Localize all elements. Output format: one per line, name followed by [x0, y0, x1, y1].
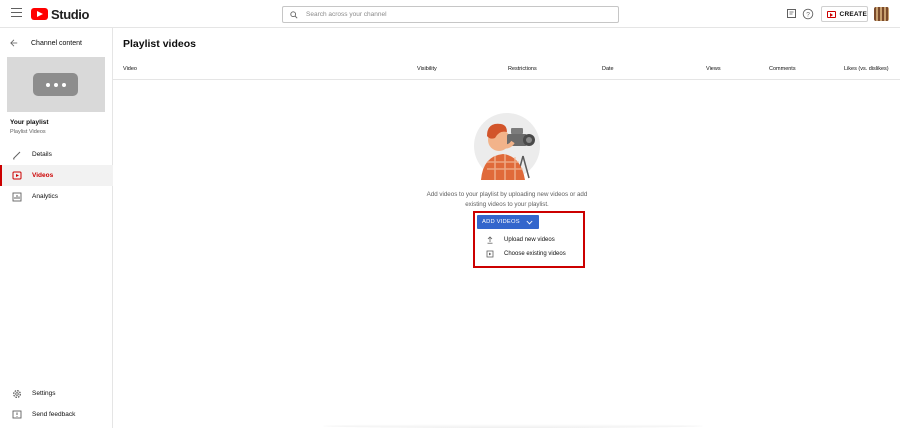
- help-icon[interactable]: ?: [802, 8, 814, 20]
- create-button-label: CREATE: [839, 10, 867, 18]
- playlist-title: Your playlist: [10, 119, 49, 126]
- top-header: Studio ? CREATE: [0, 0, 900, 28]
- logo-text: Studio: [51, 6, 90, 22]
- main-content: Playlist videos Video Visibility Restric…: [113, 28, 900, 428]
- column-header-visibility[interactable]: Visibility: [417, 66, 437, 72]
- add-videos-label: ADD VIDEOS: [482, 219, 520, 225]
- add-videos-button[interactable]: ADD VIDEOS: [477, 215, 539, 229]
- sidebar-item-label: Details: [32, 151, 52, 158]
- add-videos-menu: Upload new videos Choose existing videos: [477, 231, 583, 263]
- chevron-down-icon: [526, 220, 533, 224]
- avatar[interactable]: [874, 7, 889, 21]
- sidebar-item-settings[interactable]: Settings: [0, 383, 113, 404]
- video-icon: [11, 170, 22, 181]
- menu-item-upload-new-videos[interactable]: Upload new videos: [477, 233, 583, 247]
- more-dots-icon: [33, 73, 78, 96]
- sidebar-item-label: Videos: [32, 172, 54, 179]
- playlist-subtitle: Playlist Videos: [10, 129, 46, 135]
- empty-message-line2: existing videos to your playlist.: [465, 201, 549, 208]
- bottom-shadow: [323, 424, 703, 428]
- search-input[interactable]: [306, 11, 596, 18]
- video-camera-icon: [827, 10, 836, 18]
- column-header-restrictions[interactable]: Restrictions: [508, 66, 537, 72]
- youtube-studio-logo[interactable]: Studio: [31, 6, 90, 22]
- search-box[interactable]: [282, 6, 619, 23]
- menu-item-label: Choose existing videos: [504, 251, 566, 257]
- empty-playlist-illustration: [474, 113, 540, 180]
- empty-message-line1: Add videos to your playlist by uploading…: [426, 191, 588, 198]
- arrow-back-icon: [10, 39, 18, 47]
- sidebar-item-analytics[interactable]: Analytics: [0, 186, 113, 207]
- sidebar-item-label: Analytics: [32, 193, 59, 200]
- sidebar-item-details[interactable]: Details: [0, 144, 113, 165]
- empty-state-message: Add videos to your playlist by uploading…: [409, 190, 605, 210]
- sidebar-item-label: Settings: [32, 390, 56, 397]
- svg-text:?: ?: [806, 11, 810, 18]
- sidebar-item-videos[interactable]: Videos: [0, 165, 113, 186]
- page-title: Playlist videos: [123, 38, 196, 50]
- pencil-icon: [11, 149, 22, 160]
- back-to-channel-content[interactable]: Channel content: [0, 36, 113, 50]
- header-divider: [113, 79, 900, 80]
- column-header-date[interactable]: Date: [602, 66, 614, 72]
- playlist-thumbnail[interactable]: [7, 57, 105, 112]
- feedback-flag-icon[interactable]: [786, 8, 798, 20]
- menu-icon[interactable]: [11, 8, 22, 19]
- video-library-icon: [485, 250, 494, 259]
- column-header-video[interactable]: Video: [123, 66, 137, 72]
- sidebar-item-send-feedback[interactable]: Send feedback: [0, 404, 113, 425]
- menu-item-label: Upload new videos: [504, 237, 555, 243]
- column-header-comments[interactable]: Comments: [769, 66, 796, 72]
- sidebar-item-label: Send feedback: [32, 411, 76, 418]
- search-icon: [290, 10, 298, 19]
- menu-item-choose-existing-videos[interactable]: Choose existing videos: [477, 247, 583, 261]
- column-header-likes[interactable]: Likes (vs. dislikes): [844, 66, 889, 72]
- youtube-logo-icon: [31, 8, 48, 20]
- column-header-views[interactable]: Views: [706, 66, 721, 72]
- sidebar: Channel content Your playlist Playlist V…: [0, 28, 113, 428]
- upload-icon: [485, 236, 494, 245]
- gear-icon: [11, 388, 22, 399]
- analytics-icon: [11, 191, 22, 202]
- feedback-icon: [11, 409, 22, 420]
- back-label: Channel content: [31, 39, 82, 47]
- create-button[interactable]: CREATE: [821, 6, 868, 22]
